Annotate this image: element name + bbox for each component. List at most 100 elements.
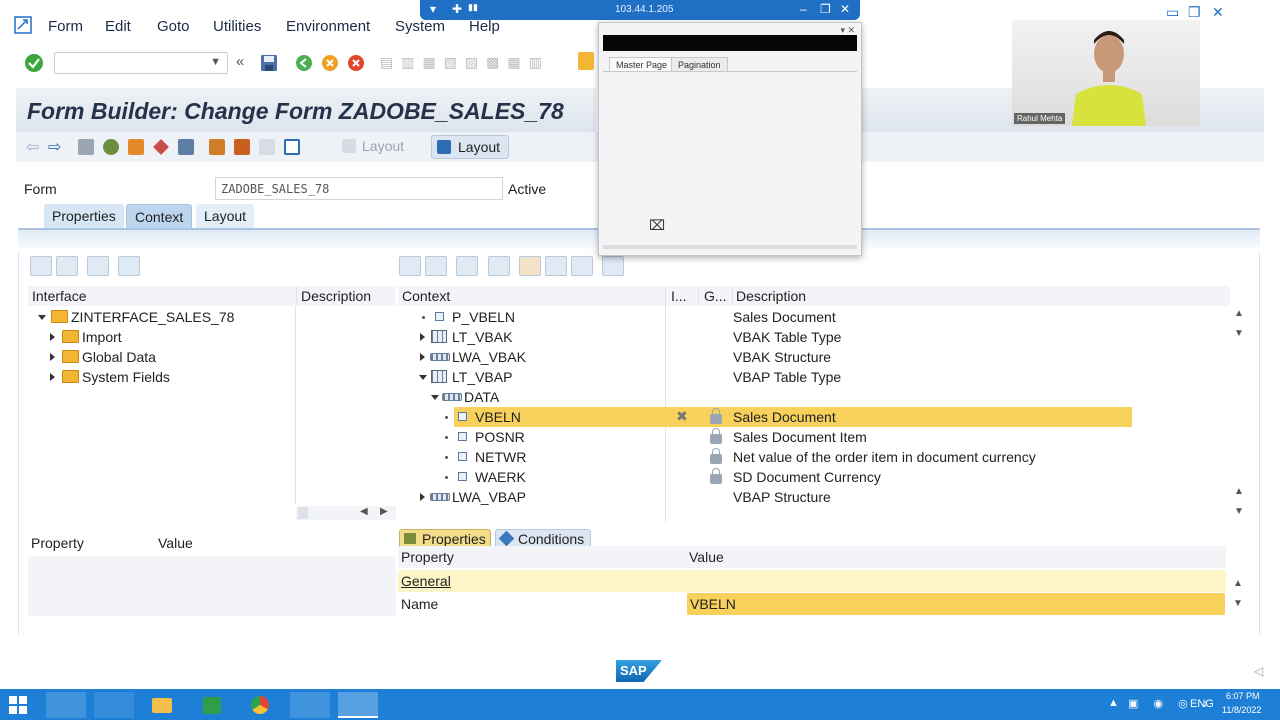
- context-row-lwa-vbak[interactable]: LWA_VBAK VBAK Structure: [398, 347, 1132, 367]
- context-row-netwr[interactable]: NETWR Net value of the order item in doc…: [398, 447, 1132, 467]
- copy-icon[interactable]: [545, 256, 567, 276]
- collapse-icon[interactable]: «: [236, 53, 244, 70]
- context-row-lt-vbak[interactable]: LT_VBAK VBAK Table Type: [398, 327, 1132, 347]
- expand-all-icon[interactable]: [30, 256, 52, 276]
- clock-time[interactable]: 6:07 PM: [1226, 691, 1260, 701]
- menu-goto[interactable]: Goto: [157, 18, 190, 35]
- check-icon[interactable]: [128, 139, 144, 155]
- collapsed-arrow-icon[interactable]: [420, 333, 425, 341]
- tab-master-page[interactable]: Master Page: [609, 57, 675, 72]
- expanded-arrow-icon[interactable]: [431, 395, 439, 400]
- tab-conditions[interactable]: Conditions: [495, 529, 591, 547]
- sap-menu-icon[interactable]: [14, 16, 32, 34]
- tree-node-global-data[interactable]: Global Data: [28, 347, 296, 367]
- context-row-posnr[interactable]: POSNR Sales Document Item: [398, 427, 1132, 447]
- find-icon[interactable]: [87, 256, 109, 276]
- restore-icon[interactable]: ❐: [820, 2, 831, 16]
- property-row-name[interactable]: Name VBELN: [398, 593, 1226, 615]
- refresh-icon[interactable]: [488, 256, 510, 276]
- hierarchy-icon[interactable]: [209, 139, 225, 155]
- tab-properties[interactable]: Properties: [44, 204, 124, 228]
- expand-all-icon[interactable]: [399, 256, 421, 276]
- refresh-icon[interactable]: [118, 256, 140, 276]
- inactive-x-icon[interactable]: ✖: [676, 408, 688, 425]
- display-change-icon[interactable]: [78, 139, 94, 155]
- next-arrow-icon[interactable]: ⇨: [48, 137, 61, 157]
- store-icon[interactable]: [192, 692, 232, 718]
- expanded-arrow-icon[interactable]: [419, 375, 427, 380]
- g-column-header[interactable]: G...: [704, 288, 727, 304]
- sap-gui-icon[interactable]: [338, 692, 378, 718]
- save-icon[interactable]: [260, 54, 278, 72]
- menu-edit[interactable]: Edit: [105, 18, 131, 35]
- tab-layout[interactable]: Layout: [196, 204, 255, 228]
- prev-arrow-icon[interactable]: ⇦: [26, 137, 39, 157]
- maximize-icon[interactable]: ❐: [1188, 4, 1201, 21]
- tray-expand-icon[interactable]: ▲: [1108, 697, 1119, 709]
- scroll-up-icon[interactable]: ▲: [1233, 578, 1243, 589]
- paste-icon[interactable]: [571, 256, 593, 276]
- tab-pagination[interactable]: Pagination: [671, 57, 728, 72]
- dialog-resize-bar[interactable]: [603, 245, 857, 249]
- collapsed-arrow-icon[interactable]: [50, 373, 55, 381]
- tree-node-import[interactable]: Import: [28, 327, 296, 347]
- chevron-down-icon[interactable]: ▼: [210, 56, 221, 68]
- delete-icon[interactable]: [602, 256, 624, 276]
- powershell-icon[interactable]: [94, 692, 134, 718]
- interface-description-header[interactable]: Description: [296, 286, 396, 306]
- property-section-general[interactable]: General: [398, 570, 1226, 592]
- collapsed-arrow-icon[interactable]: [50, 333, 55, 341]
- collapsed-arrow-icon[interactable]: [420, 353, 425, 361]
- context-row-vbeln[interactable]: VBELN ✖ Sales Document: [398, 407, 1132, 427]
- scroll-thumb[interactable]: [298, 507, 308, 519]
- property-scrollbar[interactable]: ▲ ▼: [1230, 576, 1248, 616]
- i-column-header[interactable]: I...: [671, 288, 687, 304]
- command-field[interactable]: ▼: [54, 52, 228, 74]
- status-bar-toggle-icon[interactable]: ◁: [1254, 664, 1263, 678]
- scroll-left-icon[interactable]: ◀: [360, 506, 368, 517]
- scroll-down-icon[interactable]: ▼: [1234, 506, 1244, 517]
- tab-properties-sub[interactable]: Properties: [399, 529, 491, 547]
- scroll-right-icon[interactable]: ▶: [380, 506, 388, 517]
- minimize-icon[interactable]: ▭: [1166, 4, 1179, 21]
- expanded-arrow-icon[interactable]: [38, 315, 46, 320]
- info-icon[interactable]: [284, 139, 300, 155]
- collapsed-arrow-icon[interactable]: [50, 353, 55, 361]
- scroll-up-icon[interactable]: ▲: [1234, 308, 1244, 319]
- activate-icon[interactable]: [103, 139, 119, 155]
- horizontal-scrollbar[interactable]: ◀ ▶: [296, 506, 396, 520]
- interface-column-header[interactable]: Interface: [28, 286, 296, 306]
- scroll-up-icon[interactable]: ▲: [1234, 486, 1244, 497]
- tab-context[interactable]: Context: [126, 204, 193, 228]
- description-column-header[interactable]: Description: [736, 288, 806, 304]
- scroll-down-icon[interactable]: ▼: [1233, 598, 1243, 609]
- file-explorer-icon[interactable]: [142, 692, 182, 718]
- chrome-icon[interactable]: [240, 692, 280, 718]
- cancel-icon[interactable]: [347, 54, 365, 72]
- minimize-icon[interactable]: –: [800, 2, 807, 16]
- collapsed-arrow-icon[interactable]: [420, 493, 425, 501]
- collapse-all-icon[interactable]: [425, 256, 447, 276]
- tree-node-system-fields[interactable]: System Fields: [28, 367, 296, 387]
- vertical-scrollbar[interactable]: ▲ ▼ ▲ ▼: [1230, 306, 1248, 522]
- sap-logon-icon[interactable]: [290, 692, 330, 718]
- language-indicator[interactable]: ENG: [1190, 698, 1214, 710]
- context-row-p-vbeln[interactable]: P_VBELN Sales Document: [398, 307, 1132, 327]
- menu-system[interactable]: System: [395, 18, 445, 35]
- exit-icon[interactable]: [321, 54, 339, 72]
- close-icon[interactable]: ✕: [1212, 4, 1224, 21]
- context-row-lwa-vbap[interactable]: LWA_VBAP VBAP Structure: [398, 487, 1132, 507]
- menu-help[interactable]: Help: [469, 18, 500, 35]
- menu-form[interactable]: Form: [48, 18, 83, 35]
- clock-date[interactable]: 11/8/2022: [1222, 705, 1261, 715]
- name-value[interactable]: VBELN: [690, 596, 736, 612]
- close-icon[interactable]: ✕: [840, 2, 850, 16]
- context-row-data[interactable]: DATA: [398, 387, 1132, 407]
- menu-environment[interactable]: Environment: [286, 18, 370, 35]
- where-used-icon[interactable]: [234, 139, 250, 155]
- tree-node-interface[interactable]: ZINTERFACE_SALES_78: [28, 307, 296, 327]
- layout-button[interactable]: Layout: [431, 135, 510, 159]
- layout-icon[interactable]: [578, 52, 594, 70]
- cut-icon[interactable]: [519, 256, 541, 276]
- edit-pencil-icon[interactable]: [153, 139, 169, 155]
